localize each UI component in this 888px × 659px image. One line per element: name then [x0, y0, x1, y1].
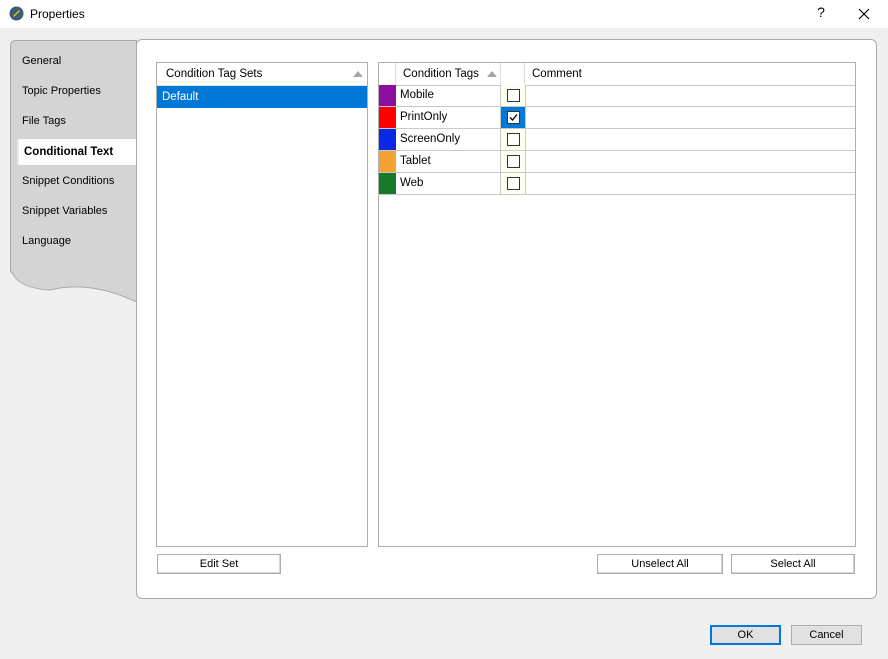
tag-color-swatch — [379, 173, 396, 194]
tag-sets-list[interactable]: Condition Tag Sets Default — [156, 62, 368, 547]
tag-row-mobile[interactable]: Mobile — [379, 85, 855, 107]
tag-name: Tablet — [400, 155, 431, 167]
tab-topic-properties[interactable]: Topic Properties — [22, 85, 101, 97]
tag-row-printonly[interactable]: PrintOnly — [379, 107, 855, 129]
checkmark-icon — [509, 114, 518, 121]
tag-name: Web — [400, 177, 424, 189]
tag-color-swatch — [379, 129, 396, 150]
tag-checkbox-cell[interactable] — [501, 107, 525, 128]
tag-checkbox-cell[interactable] — [501, 151, 525, 172]
tag-sets-column-header[interactable]: Condition Tag Sets — [157, 63, 367, 86]
tag-color-swatch — [379, 85, 396, 106]
tag-color-swatch — [379, 107, 396, 128]
tag-name: PrintOnly — [400, 111, 448, 123]
checkbox-column-header[interactable] — [501, 63, 525, 85]
tab-language[interactable]: Language — [22, 235, 71, 247]
tag-color-swatch — [379, 151, 396, 172]
comment-column-header[interactable]: Comment — [525, 63, 855, 85]
close-icon[interactable] — [855, 5, 873, 23]
sort-ascending-icon — [353, 71, 363, 77]
tag-sets-header-label: Condition Tag Sets — [166, 68, 263, 80]
checkbox-unchecked[interactable] — [507, 177, 520, 190]
sort-ascending-icon — [487, 71, 497, 77]
tag-set-item-default[interactable]: Default — [157, 86, 367, 108]
checkbox-unchecked[interactable] — [507, 155, 520, 168]
title-bar: Properties ? — [0, 0, 888, 28]
tag-comment-cell[interactable] — [525, 85, 855, 106]
tab-file-tags[interactable]: File Tags — [22, 115, 66, 127]
color-column-header — [379, 63, 396, 85]
app-logo-icon — [9, 6, 24, 21]
condition-tags-column-header[interactable]: Condition Tags — [396, 63, 501, 85]
edit-set-button[interactable]: Edit Set — [157, 554, 281, 574]
cancel-button[interactable]: Cancel — [791, 625, 862, 645]
tab-strip-background — [10, 40, 137, 302]
tag-comment-cell[interactable] — [525, 107, 855, 128]
tag-comment-cell[interactable] — [525, 173, 855, 194]
ok-button[interactable]: OK — [710, 625, 781, 645]
tag-checkbox-cell[interactable] — [501, 173, 525, 194]
condition-tags-grid[interactable]: Condition Tags Comment Mobile PrintOnly — [378, 62, 856, 547]
tag-checkbox-cell[interactable] — [501, 85, 525, 106]
tag-row-web[interactable]: Web — [379, 173, 855, 195]
unselect-all-button[interactable]: Unselect All — [597, 554, 723, 574]
window-title: Properties — [30, 7, 85, 21]
tag-comment-cell[interactable] — [525, 151, 855, 172]
checkbox-unchecked[interactable] — [507, 89, 520, 102]
tag-checkbox-cell[interactable] — [501, 129, 525, 150]
help-button[interactable]: ? — [813, 4, 829, 20]
tab-snippet-variables[interactable]: Snippet Variables — [22, 205, 107, 217]
condition-tags-header-label: Condition Tags — [403, 68, 479, 80]
tab-general[interactable]: General — [22, 55, 61, 67]
tag-row-screenonly[interactable]: ScreenOnly — [379, 129, 855, 151]
tag-comment-cell[interactable] — [525, 129, 855, 150]
tab-snippet-conditions[interactable]: Snippet Conditions — [22, 175, 114, 187]
select-all-button[interactable]: Select All — [731, 554, 855, 574]
comment-header-label: Comment — [532, 68, 582, 80]
tag-name: Mobile — [400, 89, 434, 101]
tag-row-tablet[interactable]: Tablet — [379, 151, 855, 173]
grid-header: Condition Tags Comment — [379, 63, 855, 86]
checkbox-unchecked[interactable] — [507, 133, 520, 146]
tab-conditional-text[interactable]: Conditional Text — [17, 139, 139, 165]
tag-name: ScreenOnly — [400, 133, 461, 145]
checkbox-checked[interactable] — [507, 111, 520, 124]
